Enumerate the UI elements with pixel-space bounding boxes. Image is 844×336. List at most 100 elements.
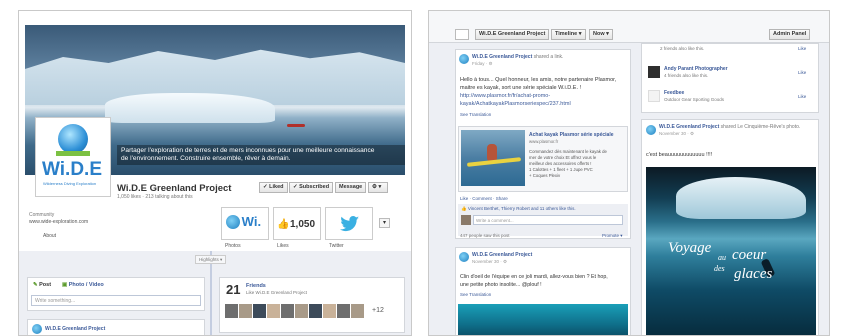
side-item-0-sub: 4 friends also like this. [664,73,709,78]
commenter-avatar [461,215,471,225]
link-title[interactable]: Achat kayak Plasmor série spéciale [529,132,614,138]
post-avatar [32,324,42,334]
post3-author[interactable]: Wi.D.E Greenland Project [659,124,719,130]
poster-title-3: coeur [732,247,767,263]
topbar-now[interactable]: Now ▾ [589,29,613,40]
website[interactable]: www.wide-exploration.com [29,219,88,225]
pencil-icon: ✎ [33,282,38,288]
topbar-page-name[interactable]: Wi.D.E Greenland Project [475,29,550,40]
subscribed-button[interactable]: ✓ Subscribed [289,182,334,193]
post2-author[interactable]: Wi.D.E Greenland Project [472,252,532,258]
photo-thumb-logo: Wi. [226,214,266,234]
see-translation-1[interactable]: See Translation [460,112,491,117]
friends-sub: Like Wi.D.E Greenland Project [246,290,308,295]
tab-likes-label[interactable]: Likes [277,243,289,249]
post1-text-2: maitre es kayak, sort une série spéciale… [460,85,582,91]
friends-more[interactable]: +12 [372,307,384,315]
post-actions[interactable]: Like · Comment · Share [460,196,508,201]
promote-button[interactable]: Promote ▾ [602,233,623,238]
twitter-bird-icon [340,216,359,232]
post3-avatar [646,125,656,135]
post1-author[interactable]: Wi.D.E Greenland Project [472,54,532,60]
page-name[interactable]: Wi.D.E Greenland Project [117,183,231,194]
side-item-0-name[interactable]: Andy Parant Photographer [664,66,728,72]
mini-logo-text: Wi. [241,214,262,229]
seen-by: 447 people saw this post [460,233,510,238]
logo-ribbon [56,151,90,156]
post1-meta: Friday · ⚙ [472,61,493,66]
post2-photo[interactable] [458,304,628,335]
message-button[interactable]: Message [335,182,367,193]
friends-count: 21 [226,282,241,297]
composer-tab-post[interactable]: ✎ Post [33,282,51,289]
friend-avatars[interactable] [225,304,365,318]
composer-tab-photo[interactable]: ▣ Photo / Video [62,282,104,289]
film-poster[interactable]: Voyage au coeur des glaces [646,167,816,335]
tab-photos[interactable]: Wi. [221,207,269,240]
side-item-1-sub: Outdoor Gear Sporting Goods [664,97,725,102]
likes-sidebar: 2 friends also like this. Like Andy Para… [641,43,819,113]
post-cinquieme-reve: Wi.D.E Greenland Project shared Le Cinqu… [641,119,819,335]
timeline-post: Wi.D.E Greenland Project [27,319,205,335]
composer: ✎ Post ▣ Photo / Video Write something..… [27,277,205,311]
timeline-marker[interactable]: Highlights ▾ [195,255,227,265]
category: Community [29,212,55,218]
post-author[interactable]: Wi.D.E Greenland Project [45,326,105,332]
link-desc-5: + Coques Plexiv [529,173,561,178]
side-item-1-avatar [648,90,660,102]
friends-box: 21 Friends Like Wi.D.E Greenland Project… [219,277,405,333]
likes-count: 1,050 [290,219,316,230]
post1-link-2[interactable]: kayak/AchatkayakPlasmorseriespec/237.htm… [460,101,571,108]
logo-text: Wi.D.E [42,159,102,180]
tab-photos-label[interactable]: Photos [225,243,241,249]
post2-text-1: Clin d'oeil de l'équipe en ce joli mardi… [460,274,608,280]
topbar-timeline[interactable]: Timeline ▾ [551,29,586,40]
about-link[interactable]: About [43,233,56,239]
side-item-1-like[interactable]: Like [798,94,806,99]
poster-title-1: Voyage [668,240,712,256]
post1-text-1: Hello à tous... Quel honneur, les amis, … [460,77,617,83]
link-preview-image [461,130,525,186]
post2-text-2: une petite photo insolite... @plouf ! [460,282,542,288]
profile-picture[interactable]: Wi.D.E Wilderness Diving Exploration [35,117,111,197]
tab-twitter[interactable] [325,207,373,240]
tab-likes[interactable]: 👍 1,050 [273,207,321,240]
likes-line[interactable]: Vincent Berthet, Thierry Robert and 11 o… [468,206,576,211]
link-desc-4: 1 Calottes + 1 fleet + 1 Jupe PVC [529,167,593,172]
link-preview[interactable]: Achat kayak Plasmor série spéciale www.p… [458,126,628,192]
post1-avatar [459,54,469,64]
logo-subtitle: Wilderness Diving Exploration [43,181,97,186]
post3-meta: November 30 · ⚙ [659,131,695,136]
poster-title-5: glaces [734,266,773,282]
likes-strip: 👍 Vincent Berthet, Thierry Robert and 11… [458,204,628,236]
settings-gear-button[interactable]: ⚙ ▾ [368,182,388,193]
post-plasmor: Wi.D.E Greenland Project shared a link. … [455,49,631,239]
post1-link-1[interactable]: http://www.plasmor.fr/fr/achat-promo- [460,93,550,100]
admin-panel-button[interactable]: Admin Panel [769,29,811,40]
post2-avatar [459,252,469,262]
side-like-top[interactable]: Like [798,46,806,51]
link-desc-2: mer de votre choix Et offrez vous le [529,155,597,160]
liked-button[interactable]: ✓ Liked [259,182,288,193]
comment-input[interactable]: Write a comment... [473,215,623,225]
friends-label[interactable]: Friends [246,283,266,290]
side-item-0-like[interactable]: Like [798,70,806,75]
tab-twitter-label[interactable]: Twitter [329,243,344,249]
see-translation-2[interactable]: See Translation [460,292,491,297]
page-stats: 1,050 likes · 213 talking about this [117,194,193,200]
composer-input[interactable]: Write something... [31,295,201,306]
poster-title-2: au [718,253,726,262]
cover-caption: Partager l'exploration de terres et de m… [117,145,405,165]
side-item-0-avatar [648,66,660,78]
side-top-line: 2 friends also like this. [660,46,705,51]
side-item-1-name[interactable]: Feedbee [664,90,684,96]
kayak [287,124,305,127]
thumbs-up-icon: 👍 [277,219,290,230]
topbar-logo[interactable] [455,29,469,40]
right-screenshot: Wi.D.E Greenland Project Timeline ▾ Now … [428,10,830,336]
post2-meta: November 30 · ⚙ [472,259,508,264]
tabs-more-button[interactable]: ▾ [379,218,390,228]
left-screenshot: Partager l'exploration de terres et de m… [18,10,412,336]
globe-icon [58,124,88,154]
post1-shared: shared a link. [533,54,564,60]
